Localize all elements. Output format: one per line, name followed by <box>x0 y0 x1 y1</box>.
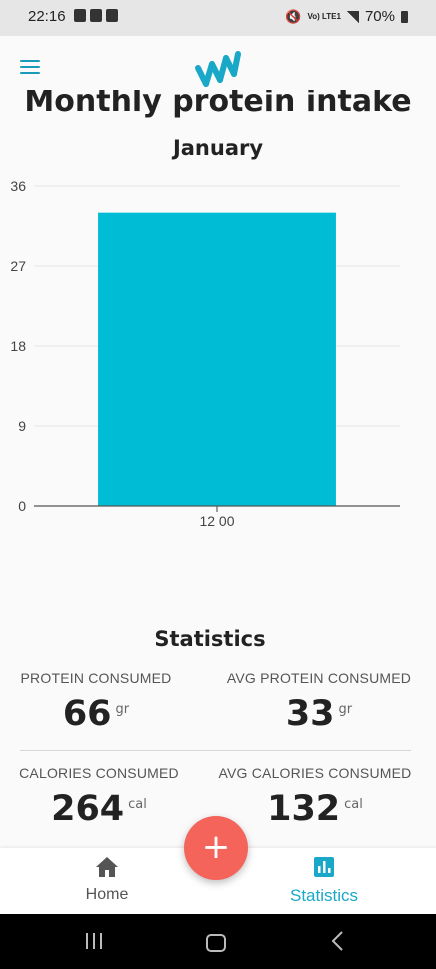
stat-calories-consumed: CALORIES CONSUMED 264 cal <box>0 765 199 829</box>
stat-value: 132 <box>267 789 341 829</box>
chart-title: January <box>172 136 264 160</box>
y-tick-label: 18 <box>10 338 26 354</box>
nav-home[interactable]: Home <box>47 856 167 904</box>
hamburger-icon[interactable] <box>20 60 40 76</box>
signal-icon <box>346 10 359 23</box>
y-tick-label: 36 <box>10 178 26 194</box>
x-tick-label: 12 00 <box>199 513 234 529</box>
y-tick-label: 27 <box>10 258 26 274</box>
stat-protein-consumed: PROTEIN CONSUMED 66 gr <box>0 670 196 734</box>
status-bar: 22:16 🔇 Vo) LTE1 70% <box>0 0 436 36</box>
music-notification-icon <box>74 9 86 22</box>
stat-avg-protein-consumed: AVG PROTEIN CONSUMED 33 gr <box>219 670 419 734</box>
protein-bar-chart: 0 9 18 27 36 12 00 <box>10 178 400 529</box>
home-icon <box>96 857 118 877</box>
gallery-notification-icon <box>90 9 102 22</box>
battery-percent: 70% <box>364 8 395 25</box>
stat-label: AVG CALORIES CONSUMED <box>218 765 412 781</box>
add-entry-button[interactable]: + <box>184 816 248 880</box>
system-home-icon[interactable] <box>203 928 233 954</box>
stat-unit: gr <box>115 702 130 717</box>
app-logo-icon <box>195 51 241 87</box>
stat-label: PROTEIN CONSUMED <box>20 670 172 686</box>
stat-value: 264 <box>51 789 125 829</box>
recent-apps-icon[interactable] <box>80 928 110 954</box>
stat-unit: gr <box>338 702 353 717</box>
nav-home-label: Home <box>85 886 129 903</box>
notification-icons <box>74 9 118 22</box>
battery-icon <box>401 10 408 23</box>
status-right: 🔇 Vo) LTE1 70% <box>285 8 408 25</box>
back-icon[interactable] <box>326 928 356 954</box>
stat-unit: cal <box>344 797 363 812</box>
mute-icon: 🔇 <box>285 8 302 24</box>
system-nav-bar <box>0 914 436 969</box>
lte-indicator: Vo) LTE1 <box>307 11 341 21</box>
stat-label: CALORIES CONSUMED <box>19 765 179 781</box>
bar-chart-icon <box>314 857 334 877</box>
nav-statistics[interactable]: Statistics <box>264 856 384 906</box>
stat-unit: cal <box>128 797 147 812</box>
stat-avg-calories-consumed: AVG CALORIES CONSUMED 132 cal <box>215 765 415 829</box>
stat-label: AVG PROTEIN CONSUMED <box>226 670 412 686</box>
nav-statistics-label: Statistics <box>289 886 359 905</box>
stat-value: 33 <box>285 694 335 734</box>
status-time: 22:16 <box>28 8 66 25</box>
stats-divider <box>20 750 411 751</box>
calendar-notification-icon <box>106 9 118 22</box>
app-header <box>0 36 436 90</box>
y-tick-label: 9 <box>18 418 26 434</box>
stat-value: 66 <box>62 694 112 734</box>
statistics-title: Statistics <box>154 627 266 651</box>
bar <box>98 212 336 506</box>
y-tick-label: 0 <box>18 498 26 514</box>
